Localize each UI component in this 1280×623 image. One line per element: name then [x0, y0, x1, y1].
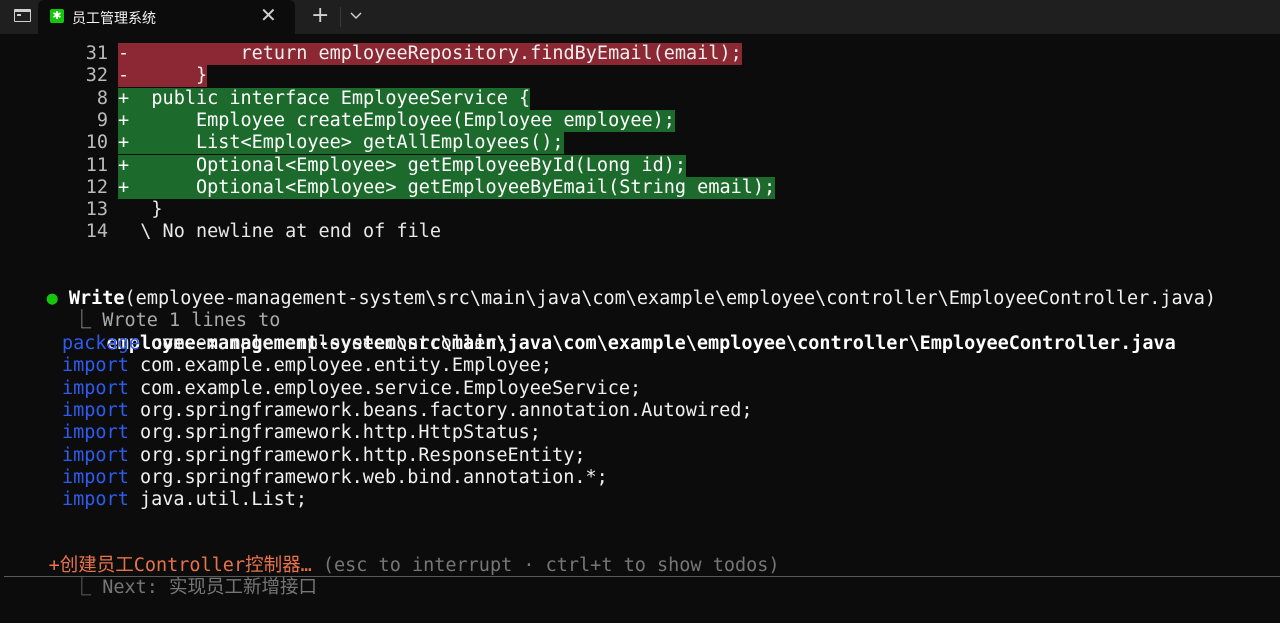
diff-code: List<Employee> getAllEmployees(); [129, 132, 564, 154]
diff-line: 12 + Optional<Employee> getEmployeeByEmai… [0, 176, 1280, 199]
diff-code: \ No newline at end of file [118, 221, 442, 243]
context-line: } [118, 199, 163, 221]
write-result-line: ⎿ Wrote 1 lines to [28, 288, 281, 331]
new-tab-button[interactable]: + [311, 3, 329, 28]
keyword: package [62, 333, 140, 354]
keyword: import [62, 466, 129, 488]
diff-sign: + [118, 154, 130, 176]
terminal-icon[interactable] [14, 9, 31, 22]
diff-line: 8 + public interface EmployeeService { [0, 87, 1280, 110]
diff-line: 11 + Optional<Employee> getEmployeeById(L… [0, 154, 1280, 177]
code-line: package com.example.employee.controller; [62, 333, 508, 355]
line-number: 31 [85, 43, 108, 64]
tree-branch-icon: ⎿ [72, 577, 103, 598]
added-line: + List<Employee> getAllEmployees(); [118, 132, 564, 155]
tab-divider [340, 7, 341, 27]
line-number: 12 [85, 176, 108, 198]
diff-sign: + [118, 132, 130, 154]
removed-line: - return employeeRepository.findByEmail(… [118, 43, 742, 65]
diff-line: 31- return employeeRepository.findByEmai… [0, 43, 1280, 65]
code-line: import org.springframework.http.Response… [62, 445, 585, 467]
app-icon: ✱ [50, 9, 64, 23]
diff-line: 32- } [0, 65, 1280, 88]
added-line: + Employee createEmployee(Employee emplo… [118, 109, 675, 132]
keyword: import [62, 489, 129, 511]
line-number: 32 [85, 65, 108, 87]
diff-sign: - [118, 43, 130, 64]
diff-line: 9 + Employee createEmployee(Employee empl… [0, 109, 1280, 132]
status-line: +创建员工Controller控制器… (esc to interrupt · … [4, 533, 780, 576]
next-task-line: ⎿ Next: 实现员工新增接口 [28, 555, 317, 598]
code-text: org.springframework.http.HttpStatus; [128, 422, 541, 444]
keyword: import [62, 422, 129, 444]
line-number: 8 [96, 87, 108, 109]
write-path-line: employee-management-system\src\main\java… [62, 311, 1176, 354]
diff-code: Employee createEmployee(Employee employe… [129, 109, 675, 131]
write-tool-line: ● Write(employee-management-system\src\m… [2, 266, 1217, 309]
added-line: + public interface EmployeeService { [118, 87, 531, 110]
line-number: 9 [96, 109, 108, 131]
chevron-down-icon[interactable] [347, 10, 365, 22]
code-line: import org.springframework.http.HttpStat… [62, 422, 541, 444]
diff-sign: + [118, 109, 130, 131]
code-line: import java.util.List; [62, 489, 307, 511]
tab-bar: ✱ 员工管理系统 ✕ + [0, 0, 1280, 34]
diff-sign: + [118, 87, 130, 109]
keyword: import [62, 377, 129, 399]
tab-title: 员工管理系统 [72, 11, 156, 27]
removed-line: - } [118, 65, 208, 88]
code-line: import com.example.employee.entity.Emplo… [62, 355, 552, 377]
keyword: import [62, 399, 129, 421]
diff-code: Optional<Employee> getEmployeeByEmail(St… [129, 176, 776, 198]
interrupt-hint: (esc to interrupt · ctrl+t to show todos… [311, 555, 780, 576]
next-task: Next: 实现员工新增接口 [102, 577, 318, 598]
line-number: 14 [85, 221, 108, 243]
terminal-output: 31- return employeeRepository.findByEmai… [0, 34, 1280, 623]
added-line: + Optional<Employee> getEmployeeById(Lon… [118, 154, 687, 177]
diff-line: 10 + List<Employee> getAllEmployees(); [0, 132, 1280, 155]
diff-code: } [118, 199, 163, 221]
line-number: 11 [85, 154, 108, 176]
code-text: org.springframework.web.bind.annotation.… [128, 466, 608, 488]
code-text: com.example.employee.entity.Employee; [128, 355, 553, 377]
code-line: import org.springframework.web.bind.anno… [62, 467, 608, 489]
tool-args: (employee-management-system\src\main\jav… [124, 288, 1217, 309]
code-text: java.util.List; [128, 489, 308, 511]
diff-code: } [129, 65, 208, 87]
diff-sign: - [118, 65, 130, 87]
code-text: com.example.employee.controller; [139, 333, 508, 354]
diff-code: return employeeRepository.findByEmail(em… [129, 43, 742, 64]
code-line: import org.springframework.beans.factory… [62, 400, 753, 422]
line-number: 13 [85, 199, 108, 221]
tab-active[interactable]: ✱ 员工管理系统 ✕ [38, 0, 295, 34]
code-text: org.springframework.beans.factory.annota… [128, 399, 753, 421]
line-number: 10 [85, 132, 108, 154]
code-text: com.example.employee.service.EmployeeSer… [128, 377, 642, 399]
code-text: org.springframework.http.ResponseEntity; [128, 444, 586, 466]
added-line: + Optional<Employee> getEmployeeByEmail(… [118, 176, 776, 199]
diff-code: public interface EmployeeService { [129, 87, 531, 109]
context-line: \ No newline at end of file [118, 221, 441, 243]
diff-sign: + [118, 176, 130, 198]
input-divider [4, 576, 1280, 577]
keyword: import [62, 355, 129, 377]
keyword: import [62, 444, 129, 466]
diff-line: 14 \ No newline at end of file [0, 221, 1280, 243]
code-line: import com.example.employee.service.Empl… [62, 378, 641, 400]
diff-line: 13 } [0, 199, 1280, 221]
diff-code: Optional<Employee> getEmployeeById(Long … [129, 154, 687, 176]
close-icon[interactable]: ✕ [260, 3, 277, 27]
